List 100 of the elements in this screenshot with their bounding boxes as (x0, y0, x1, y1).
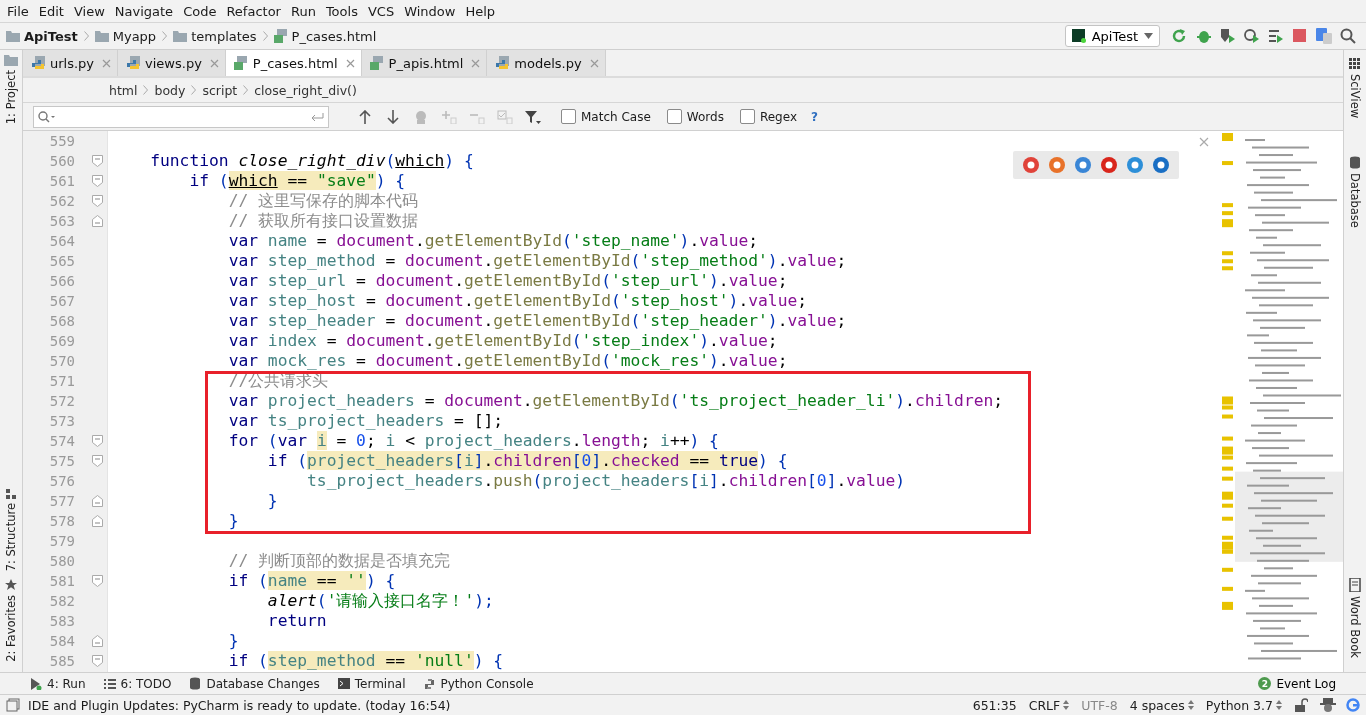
event-log-button[interactable]: 2 Event Log (1258, 676, 1336, 691)
chevron-icon (143, 85, 149, 95)
tool-window-button[interactable]: Word Book (1348, 574, 1362, 662)
line-number: 580 (48, 552, 76, 571)
browser-icon[interactable] (1126, 156, 1144, 174)
browser-icon[interactable] (1100, 156, 1118, 174)
menu-item[interactable]: Code (178, 3, 222, 19)
menu-item[interactable]: Navigate (109, 3, 179, 19)
menu-item[interactable]: Run (285, 3, 321, 19)
fold-icon[interactable] (92, 175, 103, 187)
translate-icon (1315, 27, 1333, 45)
file-tab[interactable]: models.py (487, 50, 606, 76)
chevron-icon (83, 31, 89, 41)
breadcrumb-item[interactable]: html (109, 82, 138, 98)
code-line: //公共请求头 (227, 371, 329, 391)
nav-crumb[interactable]: P_cases.html (291, 28, 377, 44)
menu-item[interactable]: View (68, 3, 110, 19)
status-item[interactable]: 651:35 (966, 697, 1023, 713)
fold-icon[interactable] (92, 155, 103, 167)
chevron-icon (262, 31, 268, 41)
browser-icon[interactable] (1022, 156, 1040, 174)
close-icon[interactable] (471, 58, 481, 68)
menu-item[interactable]: Refactor (221, 3, 286, 19)
fold-icon[interactable] (92, 635, 103, 647)
fold-icon[interactable] (92, 195, 103, 207)
list-icon (103, 678, 116, 689)
tool-window-button[interactable]: 4: Run (30, 676, 86, 691)
close-icon[interactable] (1199, 137, 1209, 147)
tool-window-button[interactable]: 6: TODO (103, 676, 172, 691)
menu-item[interactable]: Edit (33, 3, 69, 19)
code-line: var ts_project_headers = []; (227, 411, 504, 431)
run-config-dropdown[interactable]: ApiTest (1064, 25, 1160, 47)
breadcrumb-item[interactable]: body (154, 82, 186, 98)
line-number: 582 (48, 592, 76, 611)
menu-item[interactable]: Help (460, 3, 501, 19)
checkbox[interactable] (739, 109, 755, 124)
tool-window-button[interactable]: Database (1348, 152, 1362, 232)
status-item[interactable]: Python 3.7 (1199, 697, 1288, 713)
close-icon[interactable] (102, 58, 112, 68)
tool-window-button[interactable]: Python Console (423, 676, 534, 691)
file-tab[interactable]: P_apis.html (361, 50, 488, 76)
html-file-icon (369, 56, 384, 70)
chevron-icon (191, 85, 197, 95)
tool-window-button[interactable]: SciView (1348, 54, 1362, 123)
status-item[interactable]: CRLF (1022, 697, 1076, 713)
fold-icon[interactable] (92, 495, 103, 507)
file-tab[interactable]: views.py (118, 50, 226, 76)
fold-icon[interactable] (92, 575, 103, 587)
updown-icon (1187, 700, 1194, 710)
menu-item[interactable]: Window (399, 3, 461, 19)
window-icon[interactable] (6, 698, 20, 712)
breadcrumb-item[interactable]: script (202, 82, 238, 98)
checkbox[interactable] (666, 109, 682, 124)
book-icon (1349, 578, 1361, 593)
browser-icon[interactable] (1074, 156, 1092, 174)
python-file-icon (495, 56, 510, 70)
line-number: 571 (48, 372, 76, 391)
file-tab[interactable]: P_cases.html (225, 50, 362, 76)
tool-window-button[interactable]: 1: Project (4, 50, 18, 129)
menu-item[interactable]: File (2, 3, 34, 19)
checkbox[interactable] (561, 109, 576, 124)
folder-icon (4, 54, 18, 66)
nav-crumb[interactable]: templates (191, 28, 257, 44)
code-line: var index = document.getElementById('step_index').value; (227, 331, 778, 351)
menu-item[interactable]: Tools (320, 3, 363, 19)
nav-crumb[interactable]: Myapp (112, 28, 157, 44)
search-field[interactable] (33, 105, 329, 128)
line-number: 572 (48, 392, 76, 411)
close-icon[interactable] (209, 58, 219, 68)
close-icon[interactable] (345, 58, 355, 68)
line-number: 562 (23, 191, 107, 211)
help-link[interactable]: ? (811, 109, 818, 124)
tool-window-button[interactable]: 7: Structure (4, 484, 18, 576)
status-message[interactable]: IDE and Plugin Updates: PyCharm is ready to update. (today 16:54) (28, 697, 451, 713)
line-number: 577 (23, 491, 107, 511)
fold-icon[interactable] (92, 515, 103, 527)
updown-icon (1276, 700, 1282, 710)
line-number: 566 (48, 272, 76, 291)
lock-icon[interactable] (1294, 698, 1308, 712)
search-icon (1340, 28, 1356, 44)
code-line: var step_url = document.getElementById('step_url').value; (227, 271, 788, 291)
fold-icon[interactable] (92, 455, 103, 467)
fold-icon[interactable] (92, 655, 103, 667)
file-tab[interactable]: urls.py (23, 50, 119, 76)
google-icon[interactable] (1346, 698, 1360, 712)
tool-window-button[interactable]: Terminal (337, 676, 406, 691)
fold-icon[interactable] (92, 435, 103, 447)
shield-play-icon (1220, 28, 1236, 44)
browser-icon[interactable] (1048, 156, 1066, 174)
tool-window-button[interactable]: Database Changes (189, 676, 320, 691)
nav-crumb[interactable]: ApiTest (24, 28, 78, 44)
status-item[interactable]: 4 spaces (1123, 697, 1200, 713)
fold-icon[interactable] (92, 215, 103, 227)
line-number: 563 (23, 211, 107, 231)
menu-item[interactable]: VCS (362, 3, 400, 19)
tool-window-button[interactable]: 2: Favorites (4, 575, 18, 666)
close-icon[interactable] (589, 58, 599, 68)
inspector-icon[interactable] (1320, 698, 1336, 712)
browser-icon[interactable] (1152, 156, 1170, 174)
breadcrumb-item[interactable]: close_right_div() (254, 82, 357, 98)
